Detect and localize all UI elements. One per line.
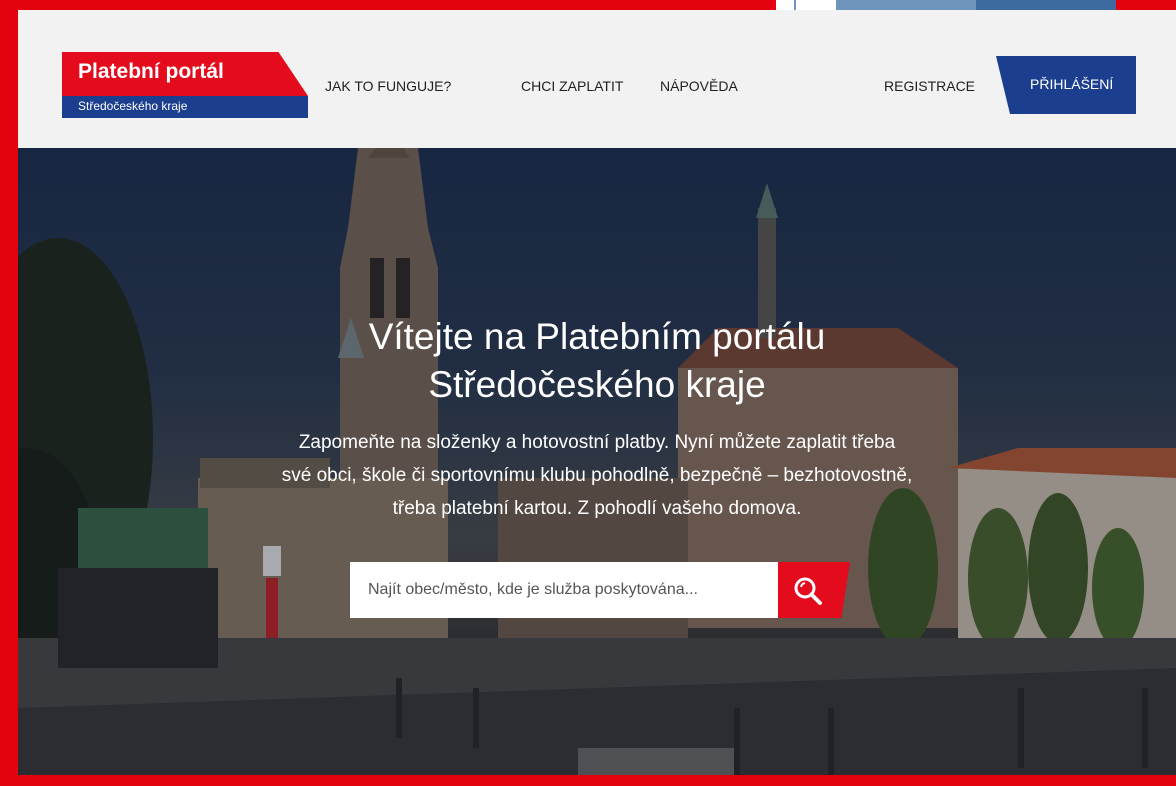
hero-description: Zapomeňte na složenky a hotovostní platb… bbox=[281, 432, 913, 519]
search-button[interactable] bbox=[778, 562, 850, 618]
portal-logo[interactable]: Platební portál Středočeského kraje bbox=[62, 52, 308, 118]
nav-help[interactable]: NÁPOVĚDA bbox=[660, 78, 738, 94]
nav-pay[interactable]: CHCI ZAPLATIT bbox=[521, 78, 623, 94]
hero-title: Vítejte na Platebním portálu Středočeské… bbox=[368, 316, 826, 405]
login-button[interactable]: PŘIHLÁŠENÍ bbox=[996, 56, 1136, 114]
logo-subtitle: Středočeského kraje bbox=[78, 99, 188, 113]
corner-decoration bbox=[776, 0, 1176, 10]
search-input[interactable] bbox=[350, 562, 778, 618]
hero-section: Vítejte na Platebním portálu Středočeské… bbox=[18, 148, 1176, 775]
nav-how-it-works[interactable]: JAK TO FUNGUJE? bbox=[325, 78, 451, 94]
search-icon bbox=[794, 577, 822, 605]
search-bar bbox=[350, 562, 850, 618]
login-button-label: PŘIHLÁŠENÍ bbox=[1030, 76, 1114, 92]
site-header: Platební portál Středočeského kraje JAK … bbox=[18, 10, 1176, 148]
register-link[interactable]: REGISTRACE bbox=[884, 78, 975, 94]
browser-viewport: Platební portál Středočeského kraje JAK … bbox=[18, 10, 1176, 775]
logo-title: Platební portál bbox=[78, 60, 224, 83]
